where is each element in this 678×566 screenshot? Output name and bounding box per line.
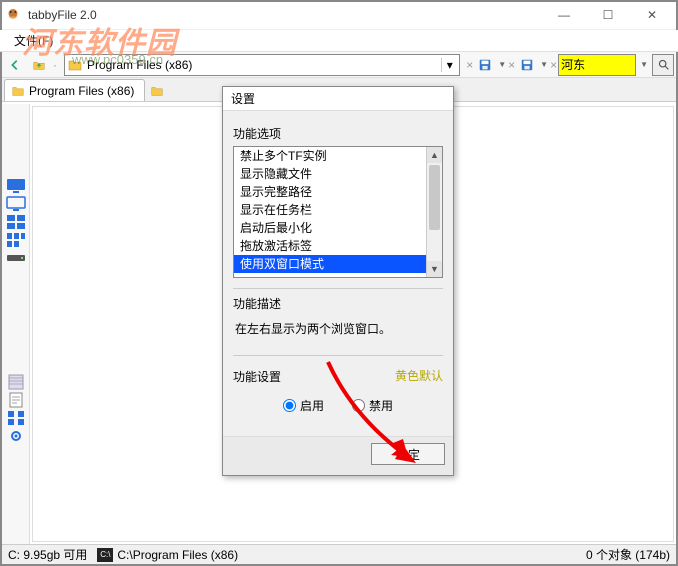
option-item[interactable]: 禁止多个TF实例 xyxy=(234,147,426,165)
scroll-up-button[interactable]: ▲ xyxy=(427,147,442,163)
option-item[interactable]: 拖放激活标签 xyxy=(234,237,426,255)
rail-notes-icon[interactable] xyxy=(6,374,26,390)
yellow-default-label: 黄色默认 xyxy=(395,367,443,384)
radio-disable-input[interactable] xyxy=(352,399,365,412)
description-text: 在左右显示为两个浏览窗口。 xyxy=(233,316,443,345)
rail-monitor-icon[interactable] xyxy=(6,196,26,212)
option-item[interactable]: 启动后最小化 xyxy=(234,219,426,237)
terminal-icon[interactable]: C:\ xyxy=(97,548,113,562)
settings-dialog: 设置 功能选项 禁止多个TF实例显示隐藏文件显示完整路径显示在任务栏启动后最小化… xyxy=(222,86,454,476)
radio-enable[interactable]: 启用 xyxy=(283,397,324,414)
option-item[interactable]: 显示隐藏文件 xyxy=(234,165,426,183)
rail-tiles-icon[interactable] xyxy=(6,232,26,248)
rail-grid-icon[interactable] xyxy=(6,410,26,426)
status-disk: C: 9.95gb 可用 xyxy=(8,546,87,563)
divider xyxy=(233,288,443,289)
rail-gear-icon[interactable] xyxy=(6,428,26,444)
rail-doc-icon[interactable] xyxy=(6,392,26,408)
menubar: 文件(F) xyxy=(0,30,678,52)
desc-group-label: 功能描述 xyxy=(233,295,443,312)
left-rail xyxy=(2,104,30,544)
status-path: C:\Program Files (x86) xyxy=(117,548,238,562)
radio-enable-input[interactable] xyxy=(283,399,296,412)
dialog-buttons: 确定 xyxy=(223,436,453,475)
rail-drive-icon[interactable] xyxy=(6,250,26,266)
statusbar: C: 9.95gb 可用 C:\ C:\Program Files (x86) … xyxy=(2,544,676,564)
option-item[interactable]: 使用双窗口模式 xyxy=(234,255,426,273)
file-menu[interactable]: 文件(F) xyxy=(6,30,61,51)
scroll-thumb[interactable] xyxy=(429,165,440,230)
options-group-label: 功能选项 xyxy=(233,125,443,142)
radio-row: 启用 禁用 xyxy=(233,389,443,426)
rail-desktop-icon[interactable] xyxy=(6,178,26,194)
option-item[interactable]: 显示完整路径 xyxy=(234,183,426,201)
scroll-track[interactable] xyxy=(427,163,442,261)
divider xyxy=(233,355,443,356)
radio-disable[interactable]: 禁用 xyxy=(352,397,393,414)
rail-windows-icon[interactable] xyxy=(6,214,26,230)
scrollbar[interactable]: ▲ ▼ xyxy=(426,147,442,277)
option-item[interactable]: 显示在任务栏 xyxy=(234,201,426,219)
scroll-down-button[interactable]: ▼ xyxy=(427,261,442,277)
status-objects: 0 个对象 (174b) xyxy=(586,546,670,563)
dialog-title: 设置 xyxy=(223,87,453,111)
setting-group-label: 功能设置 xyxy=(233,368,281,385)
options-listbox[interactable]: 禁止多个TF实例显示隐藏文件显示完整路径显示在任务栏启动后最小化拖放激活标签使用… xyxy=(233,146,443,278)
ok-button[interactable]: 确定 xyxy=(371,443,445,465)
